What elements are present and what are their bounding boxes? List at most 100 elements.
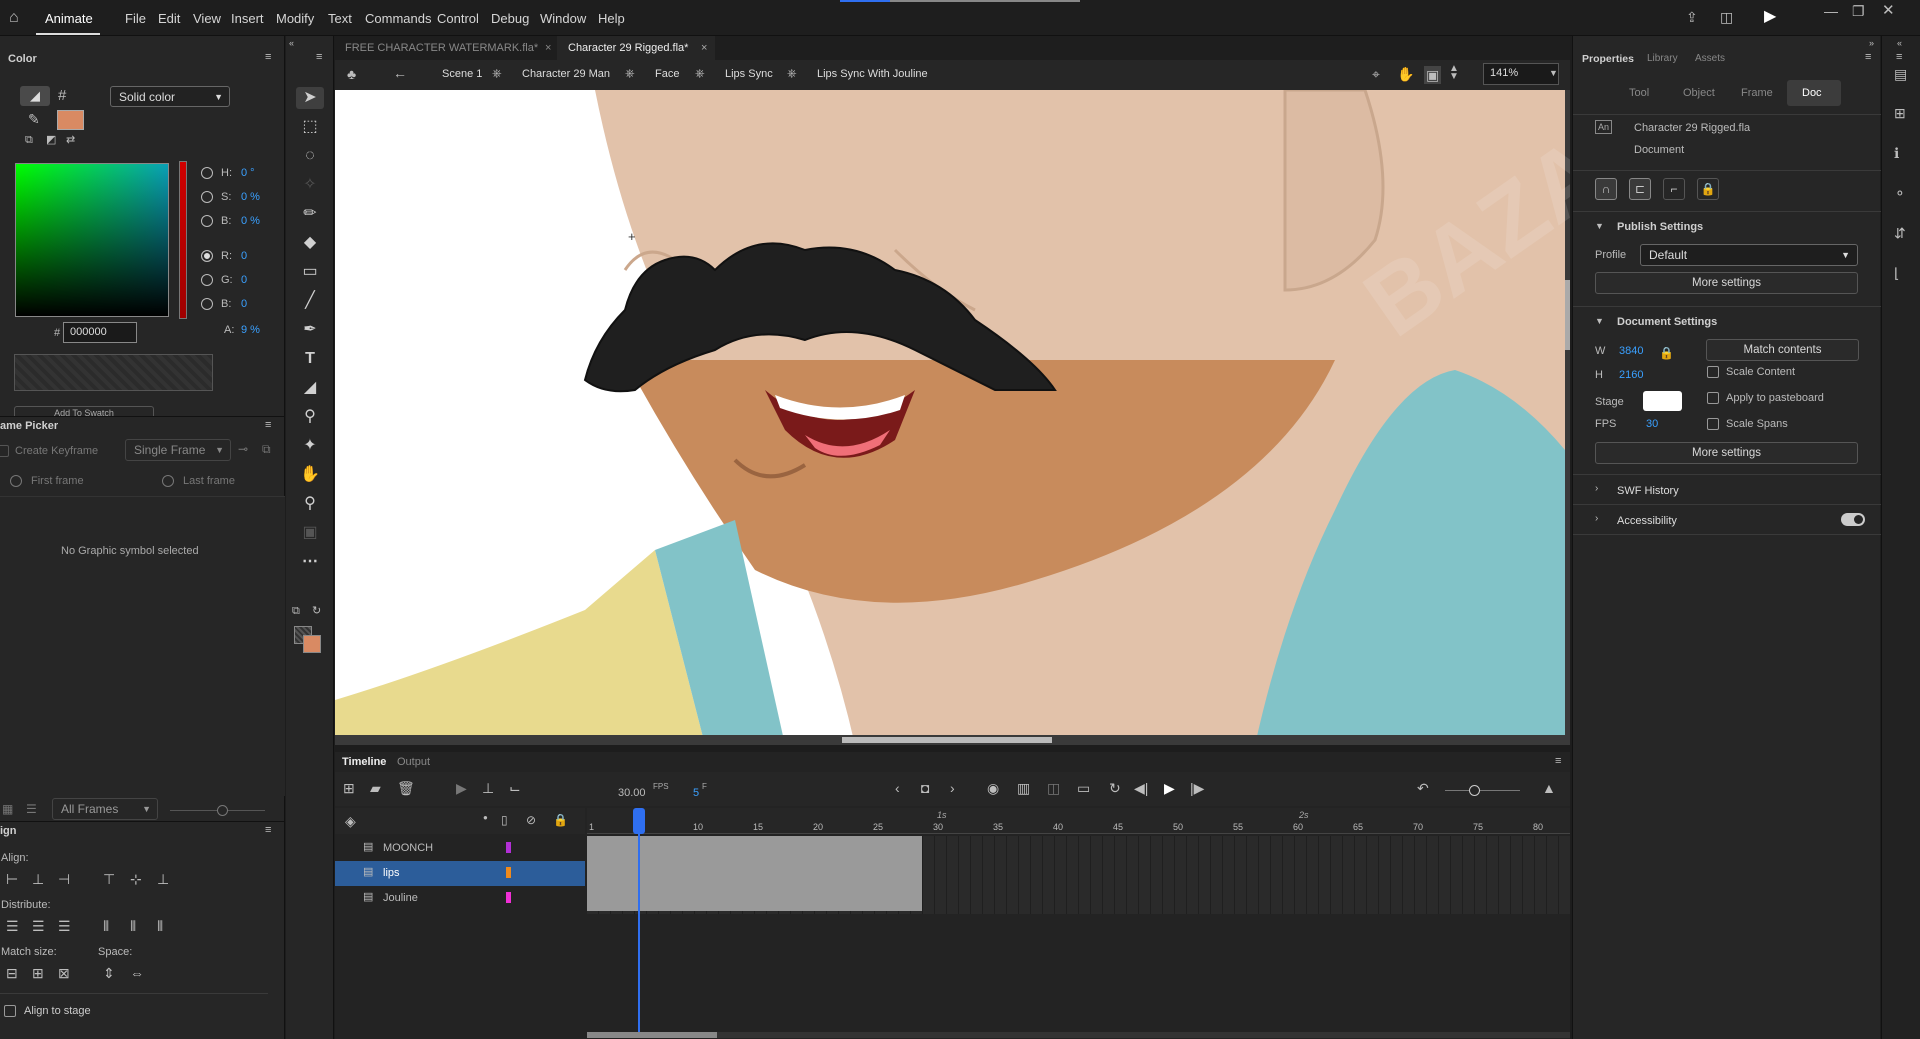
- menu-file[interactable]: File: [125, 11, 146, 26]
- brush-tool-icon[interactable]: ✏: [296, 203, 324, 225]
- match-height-icon[interactable]: ⊞: [32, 966, 44, 980]
- timeline-menu-icon[interactable]: ≡: [1555, 756, 1561, 767]
- doc-tab-watermark-close-icon[interactable]: ×: [545, 42, 551, 54]
- prev-keyframe-icon[interactable]: ‹: [895, 781, 900, 795]
- insert-frame-icon[interactable]: ▭: [1077, 781, 1090, 795]
- zoom-tool-icon[interactable]: ⚲: [296, 493, 324, 515]
- back-arrow-icon[interactable]: ←: [393, 66, 407, 80]
- next-keyframe-icon[interactable]: ›: [950, 781, 955, 795]
- layer-row-lips[interactable]: ▤ lips: [335, 861, 585, 886]
- align-left-icon[interactable]: ⊢: [6, 872, 18, 886]
- frame-picker-menu-icon[interactable]: ≡: [265, 420, 271, 431]
- loop-icon[interactable]: ↻: [1109, 781, 1121, 795]
- align-to-stage-checkbox[interactable]: [4, 1005, 16, 1017]
- close-icon[interactable]: ✕: [1882, 3, 1895, 18]
- default-colors-icon[interactable]: ⇄: [66, 135, 75, 146]
- last-frame-radio[interactable]: [162, 475, 174, 487]
- library-icon[interactable]: ▤: [1894, 67, 1907, 81]
- menu-modify[interactable]: Modify: [276, 11, 314, 26]
- collapse-icon[interactable]: »: [1869, 39, 1874, 48]
- list-view-icon[interactable]: ☰: [26, 803, 37, 815]
- match-width-icon[interactable]: ⊟: [6, 966, 18, 980]
- highlight-dot-icon[interactable]: ●: [483, 814, 488, 822]
- subtab-object[interactable]: Object: [1683, 87, 1715, 99]
- menu-view[interactable]: View: [193, 11, 221, 26]
- width-value[interactable]: 3840: [1619, 345, 1643, 357]
- layer-row-jouline[interactable]: ▤ Jouline: [335, 886, 585, 911]
- link-dimensions-icon[interactable]: 🔒: [1659, 347, 1674, 359]
- r-value[interactable]: 0: [241, 250, 247, 262]
- guides-icon[interactable]: ⌐: [1663, 178, 1685, 200]
- show-hide-icon[interactable]: ⊘: [526, 814, 536, 826]
- document-settings-header[interactable]: Document Settings: [1617, 316, 1717, 328]
- subtab-doc[interactable]: Doc: [1802, 87, 1822, 99]
- align-grid-icon[interactable]: ⊞: [1894, 106, 1906, 120]
- match-contents-button[interactable]: Match contents: [1706, 339, 1859, 361]
- s-value[interactable]: 0 %: [241, 191, 260, 203]
- tab-assets[interactable]: Assets: [1695, 53, 1725, 64]
- layer-name[interactable]: lips: [383, 867, 400, 879]
- align-vcenter-icon[interactable]: ⊹: [130, 872, 142, 886]
- lock-icon[interactable]: 🔒: [553, 814, 568, 826]
- breadcrumb-lips-sync[interactable]: Lips Sync: [725, 68, 773, 80]
- graph-icon[interactable]: ⌙: [509, 781, 521, 795]
- pen-tool-icon[interactable]: ✒: [296, 319, 324, 341]
- distribute-bottom-icon[interactable]: ☰: [58, 919, 71, 933]
- breadcrumb-scene[interactable]: Scene 1: [442, 68, 482, 80]
- doc-tab-character-close-icon[interactable]: ×: [701, 42, 707, 54]
- motion-editor-icon[interactable]: ⌊: [1894, 266, 1899, 280]
- create-keyframe-checkbox[interactable]: [0, 445, 9, 457]
- edit-multiple-frames-icon[interactable]: ▥: [1017, 781, 1030, 795]
- menu-insert[interactable]: Insert: [231, 11, 264, 26]
- height-value[interactable]: 2160: [1619, 369, 1643, 381]
- rotate-stage-icon[interactable]: ✋: [1397, 67, 1414, 81]
- home-icon[interactable]: ⌂: [9, 10, 19, 26]
- subtab-tool[interactable]: Tool: [1629, 87, 1649, 99]
- frames-filter-select[interactable]: All Frames ▼: [52, 798, 158, 820]
- free-transform-tool-icon[interactable]: ⬚: [296, 116, 324, 138]
- fill-bucket-icon[interactable]: ◢: [20, 86, 50, 106]
- eraser-tool-icon[interactable]: ◆: [296, 232, 324, 254]
- chevron-down-icon[interactable]: ▼: [1595, 317, 1604, 326]
- app-workspace-tab[interactable]: Animate: [45, 11, 93, 26]
- menu-text[interactable]: Text: [328, 11, 352, 26]
- scale-spans-checkbox[interactable]: [1707, 418, 1719, 430]
- delete-layer-icon[interactable]: 🗑: [397, 781, 415, 795]
- thumbnail-slider-handle[interactable]: [217, 805, 228, 816]
- menu-edit[interactable]: Edit: [158, 11, 180, 26]
- color-picker-field[interactable]: [15, 163, 169, 317]
- h-value[interactable]: 0 °: [241, 167, 255, 179]
- step-forward-icon[interactable]: |▶: [1190, 781, 1204, 795]
- space-vertical-icon[interactable]: ⇕: [103, 966, 115, 980]
- b-radio[interactable]: [201, 215, 213, 227]
- outline-icon[interactable]: ▯: [501, 814, 508, 826]
- fill-color-tool-swatch[interactable]: [303, 635, 321, 653]
- hand-tool-icon[interactable]: ✋: [296, 464, 324, 486]
- layer-name[interactable]: MOONCH: [383, 842, 433, 854]
- loop-toggle-icon[interactable]: ⊸: [238, 443, 248, 455]
- no-color-icon[interactable]: ◩: [46, 135, 56, 146]
- frame-mode-select[interactable]: Single Frame ▼: [125, 439, 231, 461]
- collapse-icon[interactable]: «: [1897, 39, 1902, 48]
- tab-output[interactable]: Output: [397, 756, 430, 768]
- strip-menu-icon[interactable]: ≡: [1896, 52, 1902, 63]
- properties-menu-icon[interactable]: ≡: [1865, 52, 1871, 63]
- fill-type-select[interactable]: Solid color ▼: [110, 86, 230, 107]
- center-frame-icon[interactable]: ◫: [1047, 781, 1060, 795]
- lock-guides-icon[interactable]: 🔒: [1697, 178, 1719, 200]
- tab-timeline[interactable]: Timeline: [342, 756, 386, 768]
- motion-icon[interactable]: ⚬: [1894, 186, 1906, 200]
- zoom-input[interactable]: 141%: [1483, 63, 1559, 85]
- panel-menu-icon[interactable]: ≡: [265, 52, 271, 63]
- swap-colors-icon[interactable]: ⧉: [25, 135, 33, 146]
- align-menu-icon[interactable]: ≡: [265, 825, 271, 836]
- paint-bucket-tool-icon[interactable]: ◢: [296, 377, 324, 399]
- fps-value[interactable]: 30.00: [618, 787, 646, 799]
- mountain-icon[interactable]: ▲: [1542, 781, 1556, 795]
- more-tools-icon[interactable]: ⋯: [296, 551, 324, 573]
- frame-zoom-handle[interactable]: [1469, 785, 1480, 796]
- timeline-h-scrollbar[interactable]: [587, 1032, 1570, 1038]
- copy-frame-icon[interactable]: ⧉: [262, 443, 271, 455]
- tab-properties[interactable]: Properties: [1582, 53, 1634, 65]
- g-radio[interactable]: [201, 274, 213, 286]
